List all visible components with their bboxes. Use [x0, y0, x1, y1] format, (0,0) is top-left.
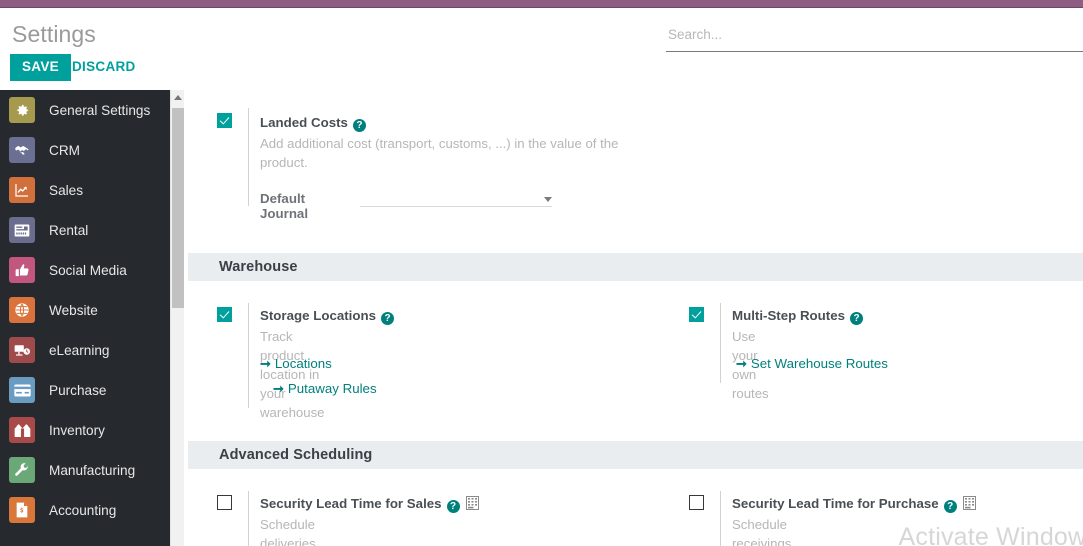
storage-locations-checkbox[interactable] — [217, 307, 232, 322]
company-dependent-icon[interactable] — [962, 496, 976, 510]
landed-costs-checkbox[interactable] — [217, 113, 232, 128]
option-divider — [248, 303, 249, 408]
link-putaway-rules[interactable]: ➞ Putaway Rules — [273, 381, 377, 397]
multi-step-routes-checkbox[interactable] — [689, 307, 704, 322]
content-scrollbar[interactable] — [170, 90, 184, 546]
search-bar[interactable] — [666, 22, 1083, 52]
chart-up-icon — [9, 177, 35, 203]
thumbs-up-icon — [9, 257, 35, 283]
globe-icon — [9, 297, 35, 323]
sidebar-item-label: Rental — [49, 222, 89, 238]
sidebar-item-social-media[interactable]: Social Media — [0, 250, 170, 290]
scroll-up-arrow-icon[interactable] — [171, 90, 185, 104]
app-header: Settings SAVE DISCARD — [0, 8, 1083, 90]
sidebar-item-label: eLearning — [49, 342, 110, 358]
sidebar-item-crm[interactable]: CRM — [0, 130, 170, 170]
contract-icon — [9, 217, 35, 243]
sidebar-item-label: Inventory — [49, 422, 105, 438]
page-title: Settings — [12, 21, 96, 47]
storage-locations-description: Track product location in your warehouse — [260, 329, 325, 420]
sidebar-item-label: Sales — [49, 182, 84, 198]
projector-icon — [9, 337, 35, 363]
security-lead-time-sales-title: Security Lead Time for Sales? — [260, 496, 479, 513]
option-divider — [720, 491, 721, 546]
default-journal-label: Default Journal — [260, 191, 309, 221]
sidebar-item-label: General Settings — [49, 102, 151, 118]
arrow-right-icon: ➞ — [736, 356, 747, 371]
sidebar-item-inventory[interactable]: Inventory — [0, 410, 170, 450]
option-divider — [248, 108, 249, 206]
discard-button[interactable]: DISCARD — [64, 54, 144, 81]
landed-costs-description: Add additional cost (transport, customs,… — [260, 136, 619, 170]
storage-locations-title: Storage Locations? — [260, 308, 394, 325]
security-lead-time-sales-checkbox[interactable] — [217, 495, 232, 510]
sidebar-item-label: Purchase — [49, 382, 107, 398]
help-icon[interactable]: ? — [850, 312, 864, 325]
arrow-right-icon: ➞ — [273, 381, 284, 396]
sidebar-item-general-settings[interactable]: General Settings — [0, 90, 170, 130]
help-icon[interactable]: ? — [446, 500, 460, 513]
security-lead-time-purchase-checkbox[interactable] — [689, 495, 704, 510]
gear-icon — [9, 97, 35, 123]
company-dependent-icon[interactable] — [465, 496, 479, 510]
section-header-warehouse: Warehouse — [188, 253, 1083, 281]
scrollbar-thumb[interactable] — [172, 108, 184, 308]
section-header-advanced-scheduling: Advanced Scheduling — [188, 441, 1083, 469]
sidebar-item-elearning[interactable]: eLearning — [0, 330, 170, 370]
wrench-icon — [9, 457, 35, 483]
sidebar-item-label: Manufacturing — [49, 462, 136, 478]
sidebar-item-rental[interactable]: Rental — [0, 210, 170, 250]
section-title: Warehouse — [219, 259, 298, 275]
save-button[interactable]: SAVE — [10, 54, 71, 81]
section-title: Advanced Scheduling — [219, 447, 373, 463]
windows-activation-watermark: Activate Windows — [898, 523, 1083, 546]
link-locations[interactable]: ➞ Locations — [260, 356, 332, 372]
sidebar-item-label: CRM — [49, 142, 80, 158]
card-icon — [9, 377, 35, 403]
security-lead-time-purchase-description: Schedule receivings earlier to avoid del… — [732, 517, 792, 546]
sidebar-item-manufacturing[interactable]: Manufacturing — [0, 450, 170, 490]
security-lead-time-sales-description: Schedule deliveries earlier to avoid del… — [260, 517, 316, 546]
arrow-right-icon: ➞ — [260, 356, 271, 371]
default-journal-select[interactable] — [360, 188, 552, 207]
sidebar-item-label: Website — [49, 302, 98, 318]
sidebar-item-label: Accounting — [49, 502, 117, 518]
option-divider — [248, 491, 249, 546]
link-set-warehouse-routes[interactable]: ➞ Set Warehouse Routes — [736, 356, 888, 372]
sidebar-item-sales[interactable]: Sales — [0, 170, 170, 210]
help-icon[interactable]: ? — [381, 312, 394, 325]
settings-sidebar[interactable]: General Settings CRM Sales Rental Social Med… — [0, 90, 170, 546]
help-icon[interactable]: ? — [943, 500, 957, 513]
sidebar-item-website[interactable]: Website — [0, 290, 170, 330]
sidebar-item-label: Social Media — [49, 262, 127, 278]
option-divider — [720, 303, 721, 383]
landed-costs-title: Landed Costs? — [260, 115, 366, 132]
handshake-icon — [9, 137, 35, 163]
top-accent-bar — [0, 0, 1083, 8]
sidebar-item-purchase[interactable]: Purchase — [0, 370, 170, 410]
security-lead-time-purchase-title: Security Lead Time for Purchase? — [732, 496, 976, 513]
settings-content: Landed Costs? Add additional cost (trans… — [184, 90, 1083, 546]
sidebar-item-accounting[interactable]: Accounting — [0, 490, 170, 530]
invoice-icon — [9, 497, 35, 523]
help-icon[interactable]: ? — [352, 119, 366, 132]
multi-step-routes-title: Multi-Step Routes? — [732, 308, 864, 325]
search-input[interactable] — [666, 22, 1083, 48]
box-icon — [9, 417, 35, 443]
